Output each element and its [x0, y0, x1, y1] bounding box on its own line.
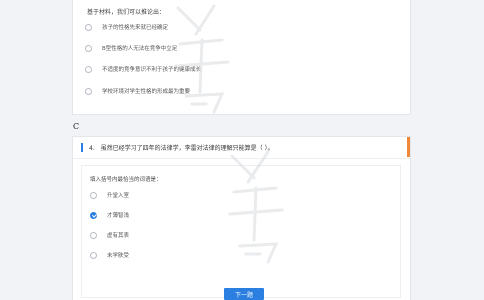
option-c[interactable]: 不适度的竞争意识不利于孩子的健康成长 — [85, 65, 201, 73]
answer-area: 填入括号内最恰当的词语是： 升堂入室 才薄智浅 虚有其表 未学肤受 — [81, 165, 401, 298]
option-label: 不适度的竞争意识不利于孩子的健康成长 — [102, 67, 202, 73]
radio-button[interactable] — [85, 23, 92, 31]
radio-button-checked[interactable] — [90, 211, 97, 219]
radio-button[interactable] — [90, 231, 97, 239]
option-c[interactable]: 虚有其表 — [90, 231, 129, 239]
radio-button[interactable] — [90, 251, 97, 259]
question-card: 4. 虽然已经学习了四年的法律学，李雷对法律的理解只能算是（ ）。 填入括号内最… — [73, 137, 410, 300]
option-label: 学校环境对学生性格的形成最为重要 — [102, 89, 191, 95]
previous-question-intro: 基于材料，我们可以推论出： — [87, 9, 166, 16]
radio-button[interactable] — [85, 65, 92, 73]
answer-prompt: 填入括号内最恰当的词语是： — [90, 177, 162, 183]
question-body: 虽然已经学习了四年的法律学，李雷对法律的理解只能算是（ ）。 — [100, 145, 274, 152]
option-label: 才薄智浅 — [107, 213, 130, 219]
option-label: 孩子的性格先来就已经确定 — [102, 25, 169, 31]
option-d[interactable]: 学校环境对学生性格的形成最为重要 — [85, 87, 190, 95]
next-question-button[interactable]: 下一题 — [224, 288, 264, 300]
question-accent-bar — [81, 143, 83, 152]
option-a[interactable]: 孩子的性格先来就已经确定 — [85, 23, 168, 31]
question-text: 4. 虽然已经学习了四年的法律学，李雷对法律的理解只能算是（ ）。 — [89, 143, 274, 152]
option-b[interactable]: B型性格的人无法在竞争中立足 — [85, 44, 177, 52]
radio-button[interactable] — [90, 191, 97, 199]
divider — [73, 158, 410, 159]
option-label: 升堂入室 — [107, 193, 130, 199]
radio-button[interactable] — [85, 44, 92, 52]
option-a[interactable]: 升堂入室 — [90, 191, 129, 199]
previous-question-card: 基于材料，我们可以推论出： 孩子的性格先来就已经确定 B型性格的人无法在竞争中立… — [73, 0, 410, 114]
option-b[interactable]: 才薄智浅 — [90, 211, 129, 219]
option-label: 未学肤受 — [107, 253, 130, 259]
option-label: 虚有其表 — [107, 233, 130, 239]
section-letter: C — [73, 122, 80, 131]
radio-button[interactable] — [85, 87, 92, 95]
option-d[interactable]: 未学肤受 — [90, 251, 129, 259]
option-label: B型性格的人无法在竞争中立足 — [102, 46, 178, 52]
scroll-indicator[interactable] — [407, 137, 410, 157]
question-number: 4. — [89, 145, 95, 152]
